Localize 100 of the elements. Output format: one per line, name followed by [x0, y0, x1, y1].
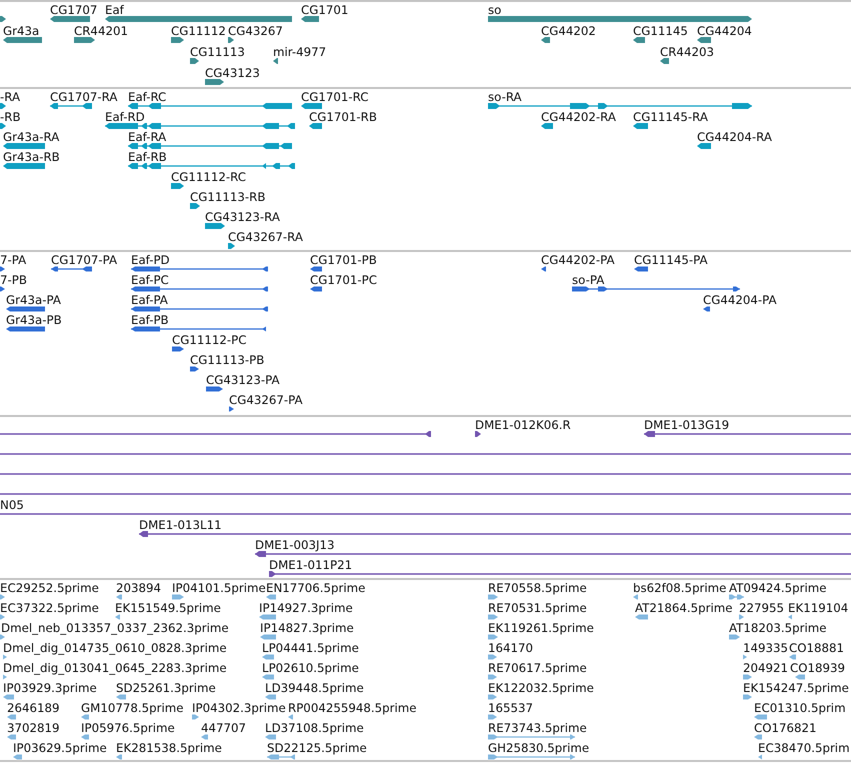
transcript-label: CG11113-RB — [190, 190, 266, 204]
gene-label: CG11112 — [171, 24, 226, 38]
protein-label: Gr43a-PB — [6, 313, 62, 327]
transcript-label: CG1701-RB — [309, 110, 377, 124]
est-label: RP004255948.5prime — [288, 701, 416, 715]
gene-label: CG43123 — [205, 66, 260, 80]
protein-label: CG43267-PA — [229, 393, 303, 407]
est-label: LP02610.5prime — [262, 661, 359, 675]
est-label: LP04441.5prime — [262, 641, 359, 655]
est-label: SD25261.3prime — [116, 681, 216, 695]
transcript-label: Gr43a-RB — [3, 150, 60, 164]
est-label: RE70558.5prime — [488, 581, 587, 595]
est-label: RE73743.5prime — [488, 721, 587, 735]
protein-label: Eaf-PB — [131, 313, 169, 327]
protein-label: CG1701-PB — [310, 253, 377, 267]
transcript-label: CG43123-RA — [205, 210, 280, 224]
transcript-label: CG44202-RA — [541, 110, 616, 124]
clone-label: DME1-013G19 — [644, 418, 730, 432]
clone-label: DME1-013L11 — [139, 518, 222, 532]
protein-label: so-PA — [572, 273, 604, 287]
clone-label: DME1-012K06.R — [475, 418, 571, 432]
protein-label: CG1707-PA — [51, 253, 118, 267]
gene-label: CG11113 — [190, 45, 245, 59]
est-label: EK281538.5prime — [116, 741, 222, 755]
transcript-label: CG44204-RA — [697, 130, 772, 144]
transcript-label: CG1701-RC — [301, 90, 369, 104]
est-label: GH25830.5prime — [488, 741, 590, 755]
est-label: EK119261.5prime — [488, 621, 594, 635]
protein-label: CG11145-PA — [634, 253, 708, 267]
est-label: IP04302.3prime — [192, 701, 286, 715]
est-label: EK151549.5prime — [115, 601, 221, 615]
transcript-label: CG11112-RC — [171, 170, 246, 184]
est-label: 3702819 — [7, 721, 60, 735]
protein-label: CG44202-PA — [541, 253, 615, 267]
est-label: 203894 — [116, 581, 162, 595]
transcript-label: Eaf-RB — [128, 150, 167, 164]
est-label: IP14827.3prime — [260, 621, 354, 635]
transcript-label: Eaf-RD — [105, 110, 145, 124]
protein-label: Gr43a-PA — [6, 293, 61, 307]
est-label: EC01310.5prim — [754, 701, 846, 715]
est-label: 204921 — [743, 661, 788, 675]
est-label: AT09424.5prime — [729, 581, 827, 595]
protein-label: Eaf-PD — [131, 253, 170, 267]
est-label: 149335 — [743, 641, 788, 655]
protein-label: CG44204-PA — [703, 293, 777, 307]
est-label: AT21864.5prime — [635, 601, 733, 615]
gene-label: CG43267 — [228, 24, 283, 38]
est-label: IP03629.5prime — [13, 741, 107, 755]
gene-label: so — [488, 3, 502, 17]
est-label: EK122032.5prime — [488, 681, 594, 695]
est-label: SD22125.5prime — [267, 741, 367, 755]
clone-label: DME1-003J13 — [255, 538, 334, 552]
protein-label: Eaf-PC — [131, 273, 169, 287]
est-label: EK154247.5prime — [743, 681, 849, 695]
protein-label: CG11113-PB — [190, 353, 264, 367]
est-label: AT18203.5prime — [729, 621, 827, 635]
est-label: bs62f08.5prime — [633, 581, 726, 595]
clone-label: N05 — [0, 498, 24, 512]
est-label: 164170 — [488, 641, 534, 655]
est-label: RE70617.5prime — [488, 661, 587, 675]
est-label: 165537 — [488, 701, 534, 715]
protein-label: CG43123-PA — [206, 373, 280, 387]
est-label: Dmel_dig_014735_0610_0828.3prime — [3, 641, 227, 655]
gene-label: mir-4977 — [273, 45, 326, 59]
gene-label: CG44202 — [541, 24, 596, 38]
protein-label: Eaf-PA — [131, 293, 168, 307]
est-label: EC37322.5prime — [0, 601, 99, 615]
transcript-label: so-RA — [488, 90, 522, 104]
est-label: GM10778.5prime — [81, 701, 184, 715]
est-label: CO176821 — [754, 721, 817, 735]
gene-label: CG1707 — [50, 3, 98, 17]
est-label: IP05976.5prime — [81, 721, 175, 735]
transcript-label: CG43267-RA — [228, 230, 303, 244]
est-label: 447707 — [201, 721, 246, 735]
est-label: CO18881 — [789, 641, 844, 655]
transcript-label: Gr43a-RA — [3, 130, 60, 144]
transcript-label: CG1707-RA — [50, 90, 118, 104]
est-label: LD37108.5prime — [265, 721, 364, 735]
est-label: CO18939 — [790, 661, 846, 675]
gene-label: CG1701 — [301, 3, 348, 17]
est-label: LD39448.5prime — [265, 681, 364, 695]
est-label: IP03929.3prime — [3, 681, 97, 695]
est-label: 2646189 — [7, 701, 60, 715]
est-label: IP14927.3prime — [259, 601, 353, 615]
gene-label: CG11145 — [633, 24, 688, 38]
transcript-label: Eaf-RC — [128, 90, 166, 104]
transcript-label: -RA — [0, 90, 20, 104]
transcript-label: CG11145-RA — [633, 110, 708, 124]
gene-label: CR44203 — [660, 45, 714, 59]
transcript-label: Eaf-RA — [128, 130, 166, 144]
est-label: IP04101.5prime — [172, 581, 266, 595]
protein-label: 7-PB — [0, 273, 27, 287]
clone-label: DME1-011P21 — [269, 558, 352, 572]
est-label: Dmel_neb_013357_0337_2362.3prime — [1, 621, 229, 635]
gene-label: CG44204 — [697, 24, 752, 38]
est-label: EC29252.5prime — [0, 581, 99, 595]
est-label: EK119104 — [788, 601, 848, 615]
protein-label: CG11112-PC — [172, 333, 247, 347]
est-label: 227955 — [739, 601, 784, 615]
est-label: RE70531.5prime — [488, 601, 587, 615]
